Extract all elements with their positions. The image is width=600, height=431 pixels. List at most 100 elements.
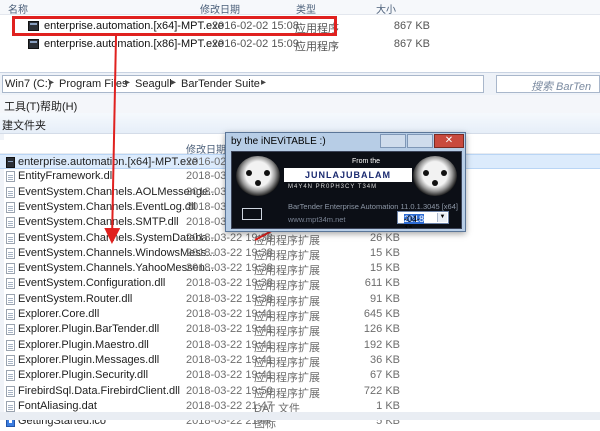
dll-file-icon [6, 293, 15, 305]
dll-file-icon [6, 217, 15, 229]
table-row[interactable]: Explorer.Plugin.Security.dll 2018-03-22 1… [0, 368, 600, 384]
dialog-title: by the iNEViTABLE :) [231, 136, 326, 147]
chevron-right-icon[interactable]: ▸ [171, 77, 176, 88]
chevron-right-icon[interactable]: ▸ [261, 77, 266, 88]
file-size: 15 KB [370, 246, 400, 259]
dll-file-icon [6, 247, 15, 259]
table-row[interactable]: EventSystem.Router.dll 2018-03-22 19:38 应用… [0, 292, 600, 308]
col-date[interactable]: 修改日期 [200, 1, 240, 16]
dll-file-icon [6, 354, 15, 366]
serial-checkbox[interactable] [242, 208, 262, 220]
new-folder-button[interactable]: 建文件夹 [2, 117, 46, 133]
file-size: 611 KB [364, 277, 400, 290]
file-name: EventSystem.Channels.SMTP.dll [18, 216, 179, 229]
file-name: Explorer.Plugin.Messages.dll [18, 353, 160, 366]
table-row[interactable]: EventSystem.Channels.YahooMessen... 2018-… [0, 261, 600, 277]
col-name[interactable]: 名称 [8, 1, 28, 16]
table-row[interactable]: EventSystem.Channels.SystemDataba... 2018… [0, 231, 600, 247]
dll-file-icon [6, 201, 15, 213]
dialog-banner: From the JUNLAJUBALAM M4Y4N PR0PH3CY T34… [231, 151, 462, 229]
file-name: EventSystem.Router.dll [18, 292, 133, 305]
file-size: 867 KB [393, 20, 430, 32]
search-placeholder: 搜索 BarTen [531, 81, 592, 93]
dll-file-icon [6, 370, 15, 382]
date-picker[interactable]: 2018 -04-11 ▼ [397, 211, 449, 228]
table-row[interactable]: FirebirdSql.Data.FirebirdClient.dll 2018-… [0, 384, 600, 400]
file-date: 2018-03- [186, 185, 231, 198]
dll-file-icon [6, 171, 15, 183]
dll-file-icon [6, 232, 15, 244]
file-name: enterprise.automation.[x86]-MPT.exe [44, 38, 224, 50]
maximize-button[interactable] [407, 134, 433, 148]
file-date: 2016-02- [186, 156, 231, 168]
crumb-drive[interactable]: Win7 (C:) [5, 78, 51, 90]
dll-file-icon [6, 278, 15, 290]
address-input[interactable]: Win7 (C:) ▸ Program Files ▸ Seagull ▸ Ba… [2, 75, 484, 93]
date-rest[interactable]: -04-11 [404, 214, 420, 228]
col-size[interactable]: 大小 [376, 1, 396, 16]
top-row-x86[interactable]: enterprise.automation.[x86]-MPT.exe 2016… [0, 36, 600, 53]
top-file-pane: 名称 修改日期 类型 大小 enterprise.automation.[x64… [0, 0, 600, 68]
crumb-program-files[interactable]: Program Files [59, 78, 127, 90]
keygen-dialog[interactable]: by the iNEViTABLE :) ✕ From the JUNLAJUB… [225, 132, 466, 232]
crumb-seagull[interactable]: Seagull [135, 78, 172, 90]
file-date: 2018-03- [186, 216, 231, 229]
search-input[interactable]: 搜索 BarTen [496, 75, 600, 93]
file-name: EventSystem.Channels.YahooMessen... [18, 262, 215, 275]
file-name: Explorer.Plugin.BarTender.dll [18, 323, 160, 336]
file-name: EventSystem.Channels.EventLog.dll [18, 200, 196, 213]
table-row[interactable]: EventSystem.Configuration.dll 2018-03-22 … [0, 276, 600, 292]
file-name: FontAliasing.dat [18, 399, 97, 412]
col-type[interactable]: 类型 [296, 1, 316, 16]
table-row[interactable]: Explorer.Plugin.Messages.dll 2018-03-22 1… [0, 353, 600, 369]
dat-file-icon [6, 400, 15, 412]
file-size: 26 KB [370, 231, 400, 244]
gamepad-icon [413, 156, 457, 196]
chevron-down-icon[interactable]: ▼ [437, 213, 447, 222]
file-size: 192 KB [363, 338, 400, 351]
file-name: EntityFramework.dll [18, 170, 115, 183]
file-size: 645 KB [363, 308, 400, 320]
chevron-right-icon[interactable]: ▸ [125, 77, 130, 88]
file-size: 91 KB [370, 292, 400, 305]
file-size: 36 KB [370, 353, 400, 366]
brand-logo: JUNLAJUBALAM [284, 168, 412, 182]
menu-tools[interactable]: 工具(T) [4, 98, 40, 114]
table-row[interactable]: Explorer.Plugin.Maestro.dll 2018-03-22 19… [0, 338, 600, 354]
dll-file-icon [6, 309, 15, 320]
brand-prefix: From the [352, 158, 381, 165]
file-name: FirebirdSql.Data.FirebirdClient.dll [18, 384, 181, 397]
chevron-right-icon[interactable]: ▸ [49, 77, 54, 88]
address-bar: Win7 (C:) ▸ Program Files ▸ Seagull ▸ Ba… [0, 72, 600, 96]
menu-bar: 工具(T) 帮助(H) [0, 95, 600, 113]
menu-help[interactable]: 帮助(H) [40, 98, 77, 114]
file-type: 应用程序 [295, 41, 339, 53]
horizontal-scrollbar[interactable] [0, 412, 600, 420]
file-name: Explorer.Plugin.Security.dll [18, 369, 149, 382]
dll-file-icon [6, 339, 15, 351]
toolbar: 建文件夹 [0, 113, 600, 134]
file-name: enterprise.automation.[x64]-MPT.exe [18, 156, 198, 168]
highlight-box [12, 16, 337, 36]
file-size: 126 KB [363, 323, 400, 336]
brand-tagline: M4Y4N PR0PH3CY T34M [288, 184, 378, 190]
close-button[interactable]: ✕ [434, 134, 464, 148]
table-row[interactable]: Explorer.Plugin.BarTender.dll 2018-03-22 … [0, 322, 600, 338]
file-date: 2016-02-02 15:09 [212, 38, 299, 50]
file-name: EventSystem.Configuration.dll [18, 277, 166, 290]
product-name: BarTender Enterprise Automation 11.0.1.3… [288, 202, 458, 211]
crumb-bartender-suite[interactable]: BarTender Suite [181, 78, 260, 90]
file-date: 2018-03- [186, 170, 231, 183]
minimize-button[interactable] [380, 134, 406, 148]
file-name: Explorer.Plugin.Maestro.dll [18, 338, 149, 351]
table-row[interactable]: EventSystem.Channels.WindowsMess... 2018-… [0, 246, 600, 262]
dll-file-icon [6, 186, 15, 198]
dll-file-icon [6, 324, 15, 336]
top-column-header: 名称 修改日期 类型 大小 [0, 0, 600, 16]
site-url: www.mpt34m.net [288, 215, 346, 224]
exe-file-icon [6, 157, 15, 168]
file-size: 15 KB [370, 262, 400, 275]
exe-icon [28, 39, 39, 49]
table-row[interactable]: Explorer.Core.dll 2018-03-22 19:41 应用程序扩展 6… [0, 307, 600, 323]
file-name: Explorer.Core.dll [18, 308, 100, 320]
